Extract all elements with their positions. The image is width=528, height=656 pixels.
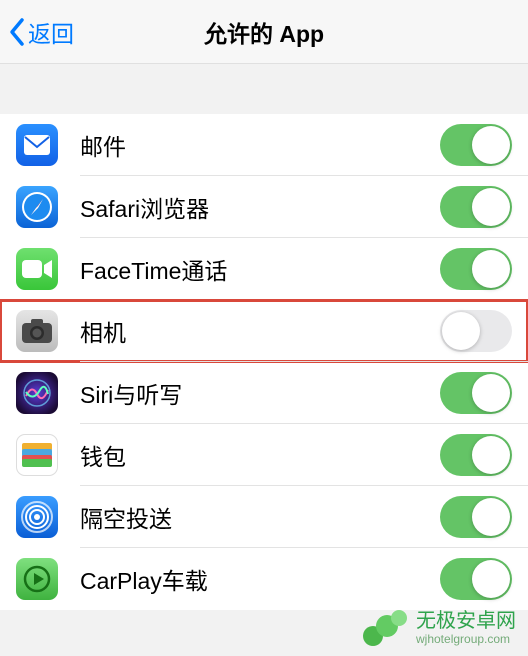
app-label: 隔空投送 <box>80 500 440 534</box>
app-row-camera: 相机 <box>0 300 528 362</box>
toggle-knob <box>472 436 510 474</box>
section-gap <box>0 64 528 114</box>
toggle-facetime[interactable] <box>440 248 512 290</box>
toggle-siri[interactable] <box>440 372 512 414</box>
watermark: 无极安卓网 wjhotelgroup.com <box>362 608 516 648</box>
app-label: CarPlay车载 <box>80 562 440 596</box>
carplay-icon <box>16 558 58 600</box>
app-row-airdrop: 隔空投送 <box>0 486 528 548</box>
app-row-mail: 邮件 <box>0 114 528 176</box>
app-label: 相机 <box>80 314 440 348</box>
wallet-icon <box>16 434 58 476</box>
nav-bar: 返回 允许的 App <box>0 0 528 64</box>
siri-icon <box>16 372 58 414</box>
app-list: 邮件 Safari浏览器 FaceTime通话相机 Siri与听写钱包隔空投送 CarP… <box>0 114 528 610</box>
app-row-siri: Siri与听写 <box>0 362 528 424</box>
mail-icon <box>16 124 58 166</box>
toggle-knob <box>472 560 510 598</box>
back-button[interactable]: 返回 <box>0 15 74 49</box>
toggle-airdrop[interactable] <box>440 496 512 538</box>
facetime-icon <box>16 248 58 290</box>
app-row-carplay: CarPlay车载 <box>0 548 528 610</box>
toggle-knob <box>472 188 510 226</box>
camera-icon <box>16 310 58 352</box>
toggle-wallet[interactable] <box>440 434 512 476</box>
app-label: 钱包 <box>80 438 440 472</box>
toggle-knob <box>472 250 510 288</box>
app-row-facetime: FaceTime通话 <box>0 238 528 300</box>
toggle-knob <box>472 498 510 536</box>
row-separator <box>80 361 528 362</box>
toggle-knob <box>472 126 510 164</box>
safari-icon <box>16 186 58 228</box>
toggle-mail[interactable] <box>440 124 512 166</box>
page-title: 允许的 App <box>0 15 528 49</box>
app-label: Safari浏览器 <box>80 190 440 224</box>
app-row-wallet: 钱包 <box>0 424 528 486</box>
app-label: FaceTime通话 <box>80 252 440 286</box>
watermark-logo-icon <box>362 608 408 648</box>
back-label: 返回 <box>28 15 74 49</box>
watermark-line1: 无极安卓网 <box>416 610 516 633</box>
watermark-line2: wjhotelgroup.com <box>416 633 516 647</box>
app-row-safari: Safari浏览器 <box>0 176 528 238</box>
toggle-knob <box>442 312 480 350</box>
toggle-camera[interactable] <box>440 310 512 352</box>
toggle-carplay[interactable] <box>440 558 512 600</box>
app-label: Siri与听写 <box>80 376 440 410</box>
toggle-safari[interactable] <box>440 186 512 228</box>
app-label: 邮件 <box>80 128 440 162</box>
airdrop-icon <box>16 496 58 538</box>
toggle-knob <box>472 374 510 412</box>
chevron-left-icon <box>8 17 26 47</box>
